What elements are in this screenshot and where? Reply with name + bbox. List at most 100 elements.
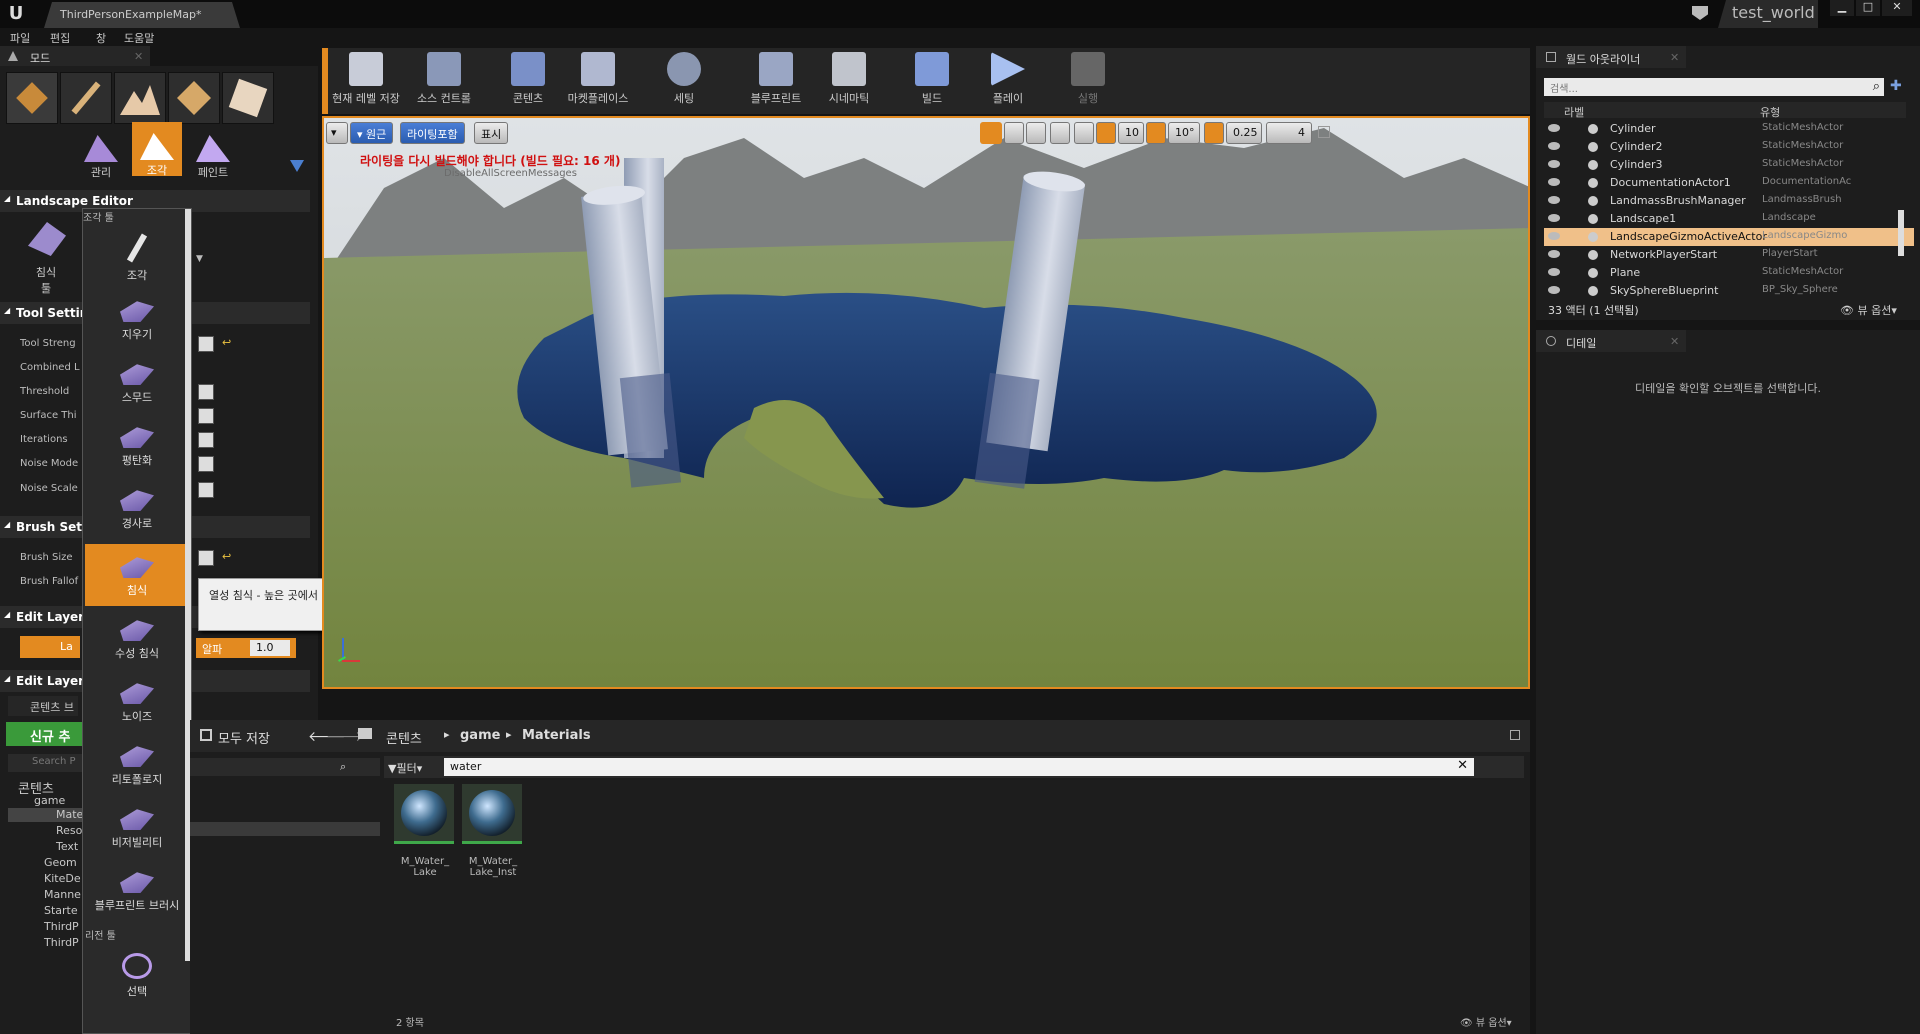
place-mode-button[interactable] — [6, 72, 58, 124]
landscape-help-icon[interactable] — [290, 160, 304, 172]
path-materials[interactable]: Materials — [522, 728, 591, 743]
noise-scale-slider-handle[interactable] — [198, 482, 214, 498]
tool-hydro-erosion[interactable]: 수성 침식 — [85, 607, 189, 669]
paint-mode-button[interactable] — [60, 72, 112, 124]
modes-tab[interactable]: 모드 ✕ — [0, 46, 150, 66]
alpha-field[interactable]: 알파 1.0 — [196, 638, 296, 658]
tree-geometry[interactable]: Geom — [44, 856, 77, 869]
asset-tile[interactable]: M_Water_ Lake_Inst — [462, 784, 524, 884]
noise-mode-dropdown[interactable] — [198, 456, 214, 472]
menu-window[interactable]: 창 — [96, 30, 106, 46]
path-content[interactable]: 콘텐츠 — [386, 728, 422, 747]
play-button[interactable]: 플레이 — [978, 50, 1038, 110]
outliner-tab[interactable]: 월드 아웃라이너 ✕ — [1536, 46, 1686, 68]
visibility-eye-icon[interactable] — [1548, 124, 1560, 132]
rotate-tool-button[interactable] — [1004, 122, 1024, 144]
tool-erase[interactable]: 지우기 — [85, 288, 189, 350]
sculpt-tab[interactable]: 조각 — [132, 122, 182, 177]
threshold-slider-handle[interactable] — [198, 384, 214, 400]
geometry-mode-button[interactable] — [222, 72, 274, 124]
maximize-button[interactable]: □ — [1856, 0, 1880, 16]
translate-tool-button[interactable] — [980, 122, 1002, 144]
outliner-row[interactable]: Cylinder3 StaticMeshActor — [1544, 156, 1914, 174]
details-tab[interactable]: 디테일 ✕ — [1536, 330, 1686, 352]
scale-snap-toggle[interactable] — [1204, 122, 1224, 144]
tree-starter[interactable]: Starte — [44, 904, 78, 917]
content-button[interactable]: 콘텐츠 — [498, 50, 558, 110]
outliner-row[interactable]: DocumentationActor1 DocumentationAc — [1544, 174, 1914, 192]
tool-erosion[interactable]: 침식 — [85, 544, 189, 606]
scale-snap-button[interactable]: 0.25 — [1226, 122, 1262, 144]
manage-tab[interactable]: 관리 — [76, 126, 126, 180]
settings-button[interactable]: 세팅 — [654, 50, 714, 110]
outliner-row[interactable]: Cylinder StaticMeshActor — [1544, 120, 1914, 138]
add-new-button[interactable]: 신규 추 — [6, 722, 82, 746]
visibility-eye-icon[interactable] — [1548, 214, 1560, 222]
cinematics-button[interactable]: 시네마틱 — [814, 50, 884, 110]
tree-thirdperson-bp[interactable]: ThirdP — [44, 936, 79, 949]
outliner-search-input[interactable]: 검색... ⌕ — [1544, 78, 1884, 96]
surface-slider-handle[interactable] — [198, 408, 214, 424]
tree-kitedemo[interactable]: KiteDe — [44, 872, 81, 885]
tool-smooth[interactable]: 스무드 — [85, 351, 189, 413]
menu-edit[interactable]: 편집 — [50, 30, 70, 46]
build-button[interactable]: 빌드 — [902, 50, 962, 110]
strength-slider-handle[interactable] — [198, 336, 214, 352]
world-local-button[interactable] — [1050, 122, 1070, 144]
scale-tool-button[interactable] — [1026, 122, 1046, 144]
iterations-slider-handle[interactable] — [198, 432, 214, 448]
outliner-view-options[interactable]: 👁 뷰 옵션▾ — [1840, 302, 1897, 318]
save-all-button[interactable]: 모두 저장 — [218, 728, 270, 747]
close-details-icon[interactable]: ✕ — [1670, 335, 1679, 348]
marketplace-button[interactable]: 마켓플레이스 — [560, 50, 636, 110]
erosion-tool-icon[interactable] — [28, 222, 66, 256]
tree-mannequin[interactable]: Manne — [44, 888, 81, 901]
tool-sculpt[interactable]: 조각 — [85, 225, 189, 287]
tool-blueprint-brush[interactable]: 블루프린트 브러시 — [85, 859, 189, 921]
launch-button[interactable]: 실행 — [1058, 50, 1118, 110]
tool-flatten[interactable]: 평탄화 — [85, 414, 189, 476]
rotation-snap-toggle[interactable] — [1146, 122, 1166, 144]
tool-select[interactable]: 선택 — [85, 945, 189, 1007]
visibility-eye-icon[interactable] — [1548, 250, 1560, 258]
level-viewport[interactable]: ▾ ▾ 원근 라이팅포함 표시 라이팅을 다시 빌드해야 합니다 (빌드 필요:… — [322, 116, 1530, 689]
folder-search-bar[interactable]: ⌕ — [190, 758, 380, 776]
visibility-eye-icon[interactable] — [1548, 178, 1560, 186]
visibility-eye-icon[interactable] — [1548, 142, 1560, 150]
lock-icon[interactable] — [1510, 730, 1520, 740]
outliner-row[interactable]: Landscape1 Landscape — [1544, 210, 1914, 228]
blueprint-button[interactable]: 블루프린트 — [738, 50, 814, 110]
alpha-value[interactable]: 1.0 — [250, 640, 290, 656]
visibility-eye-icon[interactable] — [1548, 232, 1560, 240]
source-control-button[interactable]: 소스 컨트롤 — [406, 50, 482, 110]
source-control-icon[interactable] — [1692, 6, 1708, 20]
menu-file[interactable]: 파일 — [10, 30, 30, 46]
path-game[interactable]: game — [460, 728, 500, 743]
outliner-row[interactable]: LandscapeGizmoActiveActor LandscapeGizmo — [1544, 228, 1914, 246]
visibility-eye-icon[interactable] — [1548, 286, 1560, 294]
add-filter-icon[interactable]: ✚ — [1890, 78, 1906, 94]
menu-help[interactable]: 도움말 — [124, 30, 154, 46]
tool-visibility[interactable]: 비저빌리티 — [85, 796, 189, 858]
brush-reset-icon[interactable]: ↩ — [222, 550, 231, 563]
reset-arrow-icon[interactable]: ↩ — [222, 336, 231, 349]
outliner-row[interactable]: NetworkPlayerStart PlayerStart — [1544, 246, 1914, 264]
rotation-snap-button[interactable]: 10° — [1168, 122, 1200, 144]
tree-textures[interactable]: Text — [56, 840, 78, 853]
maximize-viewport-icon[interactable] — [1318, 126, 1330, 138]
folder-search-input[interactable]: Search P — [8, 754, 84, 772]
minimize-button[interactable]: ▁ — [1830, 0, 1854, 16]
surface-snap-button[interactable] — [1074, 122, 1094, 144]
outliner-row[interactable]: Plane StaticMeshActor — [1544, 264, 1914, 282]
close-tab-icon[interactable]: ✕ — [134, 50, 143, 63]
save-level-button[interactable]: 현재 레벨 저장 — [328, 50, 404, 110]
foliage-mode-button[interactable] — [168, 72, 220, 124]
tool-retopologize[interactable]: 리토폴로지 — [85, 733, 189, 795]
outliner-row[interactable]: SkySphereBlueprint BP_Sky_Sphere — [1544, 282, 1914, 300]
outliner-row[interactable]: LandmassBrushManager LandmassBrush — [1544, 192, 1914, 210]
close-button[interactable]: ✕ — [1882, 0, 1912, 16]
clear-search-icon[interactable]: ✕ — [1457, 758, 1468, 773]
show-button[interactable]: 표시 — [474, 122, 509, 144]
layer-row[interactable]: La — [20, 636, 80, 658]
asset-tile[interactable]: M_Water_ Lake — [394, 784, 456, 884]
